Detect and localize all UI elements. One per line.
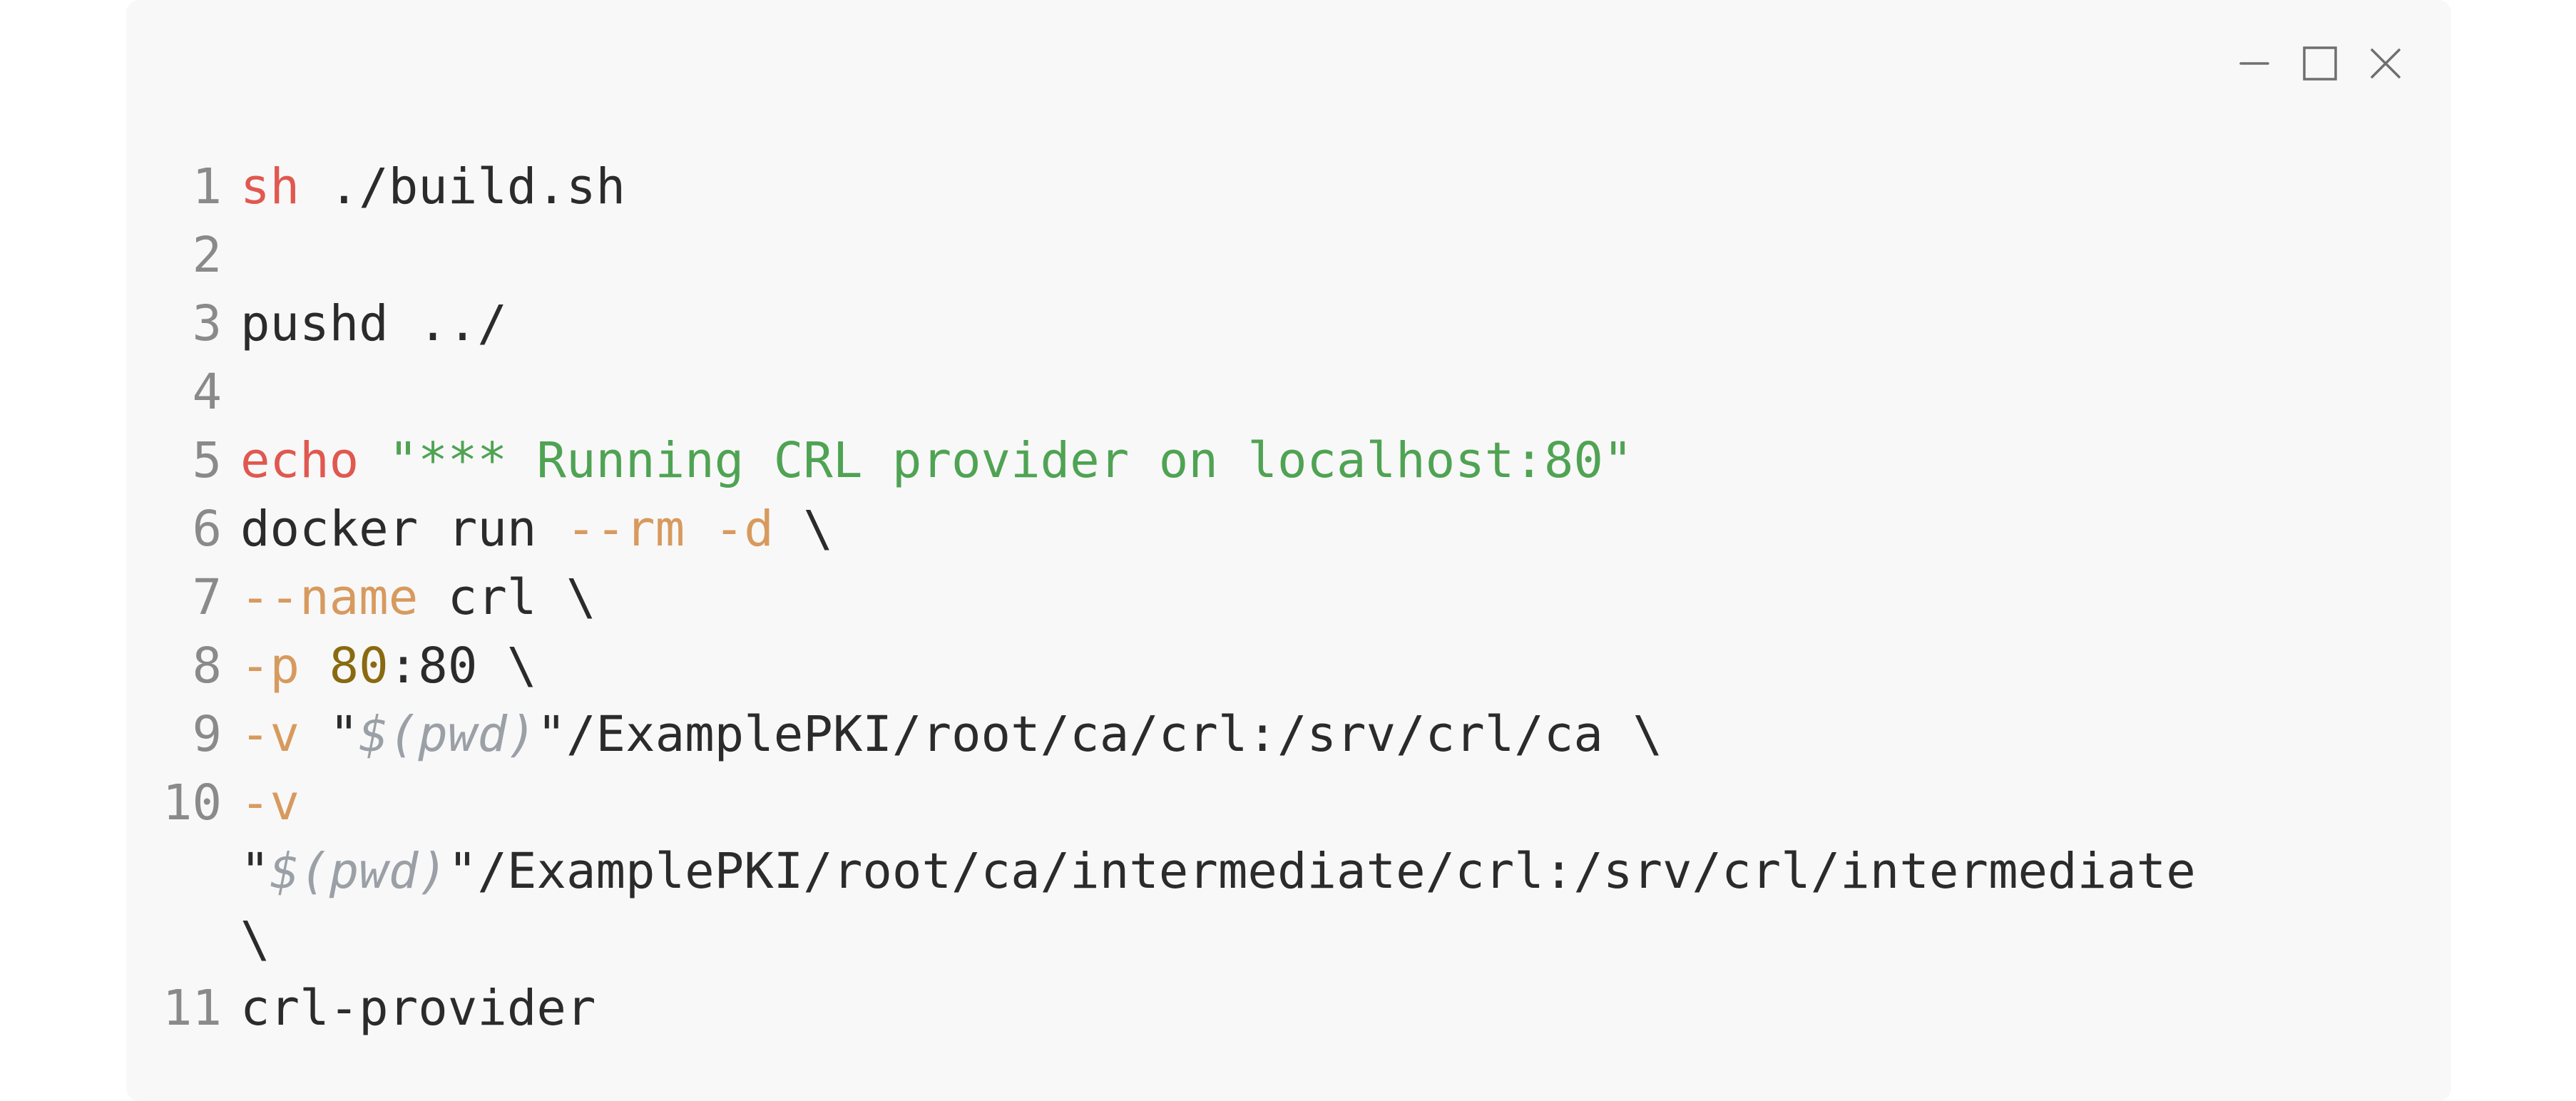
code-token-plain: ./build.sh [300,158,626,215]
line-number: 8 [192,637,222,695]
code-token-kw: echo [240,432,359,489]
maximize-button[interactable] [2296,41,2344,86]
code-token-var: $(pwd) [359,706,537,763]
code-token-flag: -d [714,501,774,558]
code-token-plain: " [300,706,359,763]
code-token-plain: :80 \ [388,637,537,695]
code-line: 3 pushd ../ [126,290,2451,358]
close-icon [2371,48,2401,78]
minimize-icon [2239,62,2269,65]
line-number: 9 [192,706,222,763]
code-line: 8 -p 80:80 \ [126,632,2451,700]
code-token-plain: " [240,843,270,900]
line-content: crl-provider [240,974,2330,1043]
code-line: 6 docker run --rm -d \ [126,495,2451,563]
line-content: -p 80:80 \ [240,632,2330,700]
line-number: 4 [192,364,222,421]
maximize-icon [2303,46,2337,81]
line-content: -v "$(pwd)"/ExamplePKI/root/ca/crl:/srv/… [240,700,2330,769]
line-number: 10 [162,774,222,831]
code-token-var: $(pwd) [270,843,448,900]
line-content: pushd ../ [240,290,2330,358]
line-number: 1 [192,158,222,215]
code-line: 4 [126,358,2451,426]
code-token-flag: -v [240,706,300,763]
code-token-num: 80 [329,637,389,695]
line-number: 3 [192,295,222,352]
window-controls [2230,41,2410,86]
line-number: 6 [192,501,222,558]
code-token-plain: pushd ../ [240,295,507,352]
code-block[interactable]: 1 sh ./build.sh 2 3 pushd ../ 4 5 echo "*** Run… [126,153,2451,1043]
minimize-button[interactable] [2230,41,2279,86]
code-token-flag: -v [240,774,300,831]
code-token-plain: crl-provider [240,980,596,1037]
code-token-plain: "/ExamplePKI/root/ca/crl:/srv/crl/ca \ [536,706,1663,763]
code-token-flag: --rm [566,501,685,558]
code-line: 2 [126,221,2451,290]
line-content: -v "$(pwd)"/ExamplePKI/root/ca/intermedi… [240,769,2330,974]
line-content: --name crl \ [240,563,2330,632]
code-token-plain: docker run [240,501,566,558]
code-line: 11 crl-provider [126,974,2451,1043]
code-token-flag: --name [240,569,419,626]
code-token-flag: -p [240,637,300,695]
code-token-plain: "/ExamplePKI/root/ca/intermediate/crl:/s… [240,843,2196,968]
line-number: 11 [162,980,222,1037]
line-content: docker run --rm -d \ [240,495,2330,563]
code-line: 10 -v "$(pwd)"/ExamplePKI/root/ca/interme… [126,769,2451,974]
code-token-plain: crl \ [418,569,596,626]
code-token-kw: sh [240,158,300,215]
line-number: 5 [192,432,222,489]
code-line: 5 echo "*** Running CRL provider on local… [126,426,2451,495]
line-content: sh ./build.sh [240,153,2330,221]
line-number: 2 [192,227,222,284]
code-window: 1 sh ./build.sh 2 3 pushd ../ 4 5 echo "*** Run… [126,0,2451,1101]
line-number: 7 [192,569,222,626]
code-line: 1 sh ./build.sh [126,153,2451,221]
line-content: echo "*** Running CRL provider on localh… [240,426,2330,495]
close-button[interactable] [2361,41,2410,86]
code-token-plain: \ [773,501,833,558]
code-token-str: "*** Running CRL provider on localhost:8… [388,432,1633,489]
code-line: 7 --name crl \ [126,563,2451,632]
code-line: 9 -v "$(pwd)"/ExamplePKI/root/ca/crl:/srv… [126,700,2451,769]
